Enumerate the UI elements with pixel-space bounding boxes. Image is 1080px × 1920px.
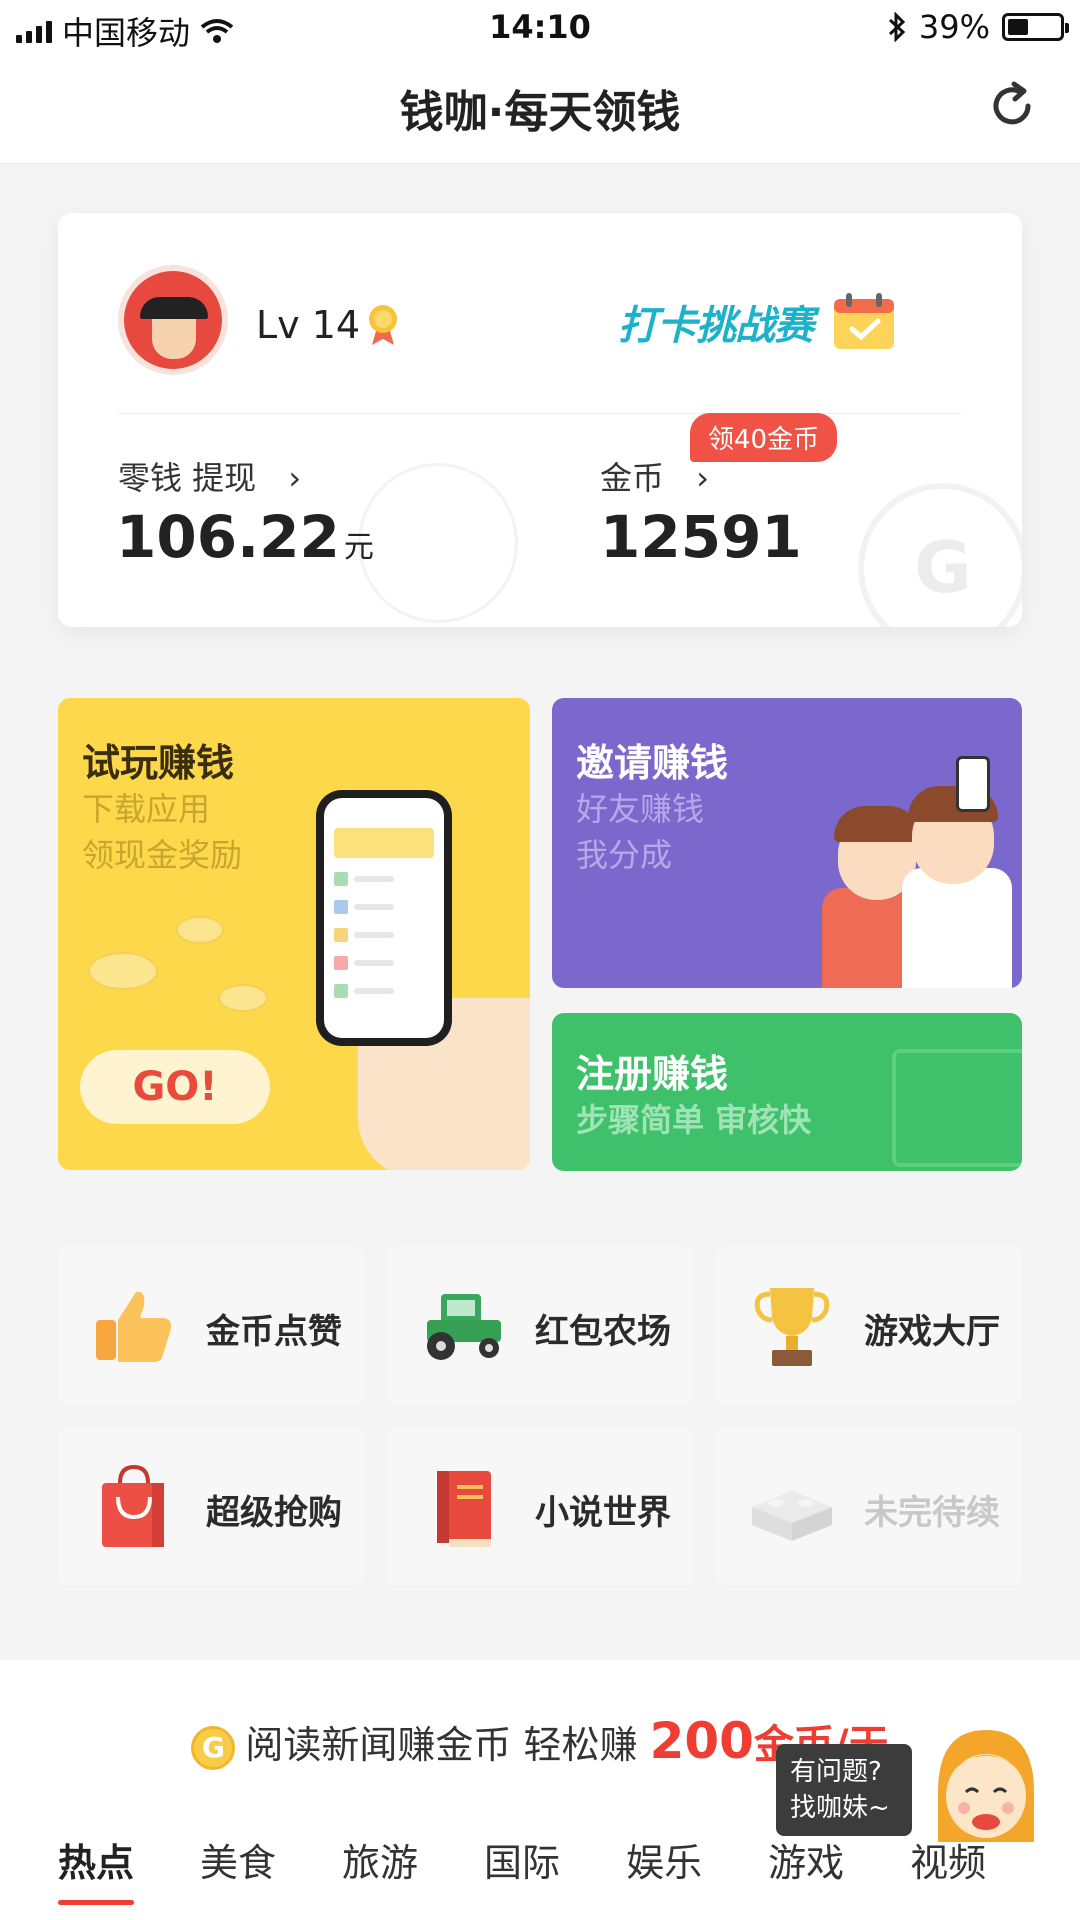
feature-label: 未完待续 [864, 1493, 1000, 1533]
trial-subtitle: 下载应用 领现金奖励 [82, 786, 242, 878]
headline-amount: 200 [649, 1712, 754, 1770]
chevron-right-icon: › [288, 459, 302, 497]
shopping-bag-icon [102, 1464, 164, 1547]
account-card: G Lv 14 打卡挑战赛 零钱 提现 › 106.22 元 领40金币 金币 … [58, 213, 1022, 627]
coin-reward-badge[interactable]: 领40金币 [690, 413, 838, 462]
coin-icon [88, 952, 158, 990]
refresh-icon[interactable] [982, 76, 1042, 136]
balance-withdraw-link[interactable]: 零钱 提现 › [118, 453, 301, 499]
feature-game-hall[interactable]: 游戏大厅 [716, 1246, 1022, 1404]
help-bubble[interactable]: 有问题? 找咖妹~ [776, 1744, 912, 1836]
checkin-challenge-banner[interactable]: 打卡挑战赛 [618, 293, 814, 351]
coin-watermark-icon: G [858, 483, 1022, 627]
feature-novel-world[interactable]: 小说世界 [387, 1427, 693, 1585]
thumbs-up-icon [96, 1291, 172, 1362]
trial-earn-tile[interactable]: 试玩赚钱 下载应用 领现金奖励 GO! [58, 698, 530, 1170]
bluetooth-icon [888, 12, 906, 42]
help-line1: 有问题? [790, 1757, 882, 1787]
tractor-icon [427, 1294, 501, 1360]
balance-value: 106.22 元 [116, 503, 374, 571]
money-bag-watermark-icon [358, 463, 518, 623]
news-section: G阅读新闻赚金币 轻松赚 200金币/天 热点 美食 旅游 国际 娱乐 游戏 视… [0, 1660, 1080, 1920]
chevron-right-icon: › [696, 459, 709, 497]
friend-hair [834, 806, 920, 842]
book-icon [437, 1471, 491, 1547]
feature-super-flash-sale[interactable]: 超级抢购 [58, 1427, 364, 1585]
feature-label: 超级抢购 [206, 1493, 342, 1533]
id-card-icon [892, 1049, 1022, 1167]
coin-label: 金币 [600, 459, 665, 497]
app-screen: 中国移动 14:10 39% 钱咖·每天领钱 G Lv 14 打卡挑战赛 零钱 … [0, 0, 1080, 1920]
feature-label: 红包农场 [535, 1312, 671, 1352]
balance-amount: 106.22 [116, 503, 340, 571]
assistant-mascot-icon[interactable] [930, 1722, 1042, 1854]
calendar-icon [834, 293, 894, 349]
lego-brick-icon [752, 1491, 832, 1541]
balance-label: 零钱 提现 [118, 459, 257, 497]
trial-title: 试玩赚钱 [82, 741, 235, 785]
tab-food[interactable]: 美食 [200, 1832, 276, 1887]
user-level: Lv 14 [256, 303, 361, 347]
trophy-icon [754, 1288, 830, 1366]
battery-percent: 39% [918, 8, 990, 46]
tab-entertainment[interactable]: 娱乐 [626, 1832, 702, 1887]
tab-international[interactable]: 国际 [484, 1832, 560, 1887]
coin-icon [176, 916, 224, 944]
feature-coming-soon: 未完待续 [716, 1427, 1022, 1585]
feature-coin-like[interactable]: 金币点赞 [58, 1246, 364, 1404]
coin-value: 12591 [600, 503, 802, 571]
gold-coin-icon: G [191, 1725, 236, 1770]
invite-line2: 我分成 [576, 836, 673, 874]
phone-illustration [316, 790, 452, 1046]
invite-line1: 好友赚钱 [576, 790, 705, 828]
go-button[interactable]: GO! [80, 1050, 270, 1124]
tab-travel[interactable]: 旅游 [342, 1832, 418, 1887]
trial-line1: 下载应用 [82, 790, 211, 828]
balance-unit: 元 [343, 530, 374, 565]
register-subtitle: 步骤简单 审核快 [576, 1101, 812, 1139]
trial-line2: 领现金奖励 [82, 836, 243, 874]
friend-illustration [902, 868, 1012, 988]
register-title: 注册赚钱 [576, 1052, 729, 1096]
feature-label: 金币点赞 [206, 1312, 342, 1352]
invite-earn-tile[interactable]: 邀请赚钱 好友赚钱 我分成 [552, 698, 1022, 988]
news-category-tabs: 热点 美食 旅游 国际 娱乐 游戏 视频 [58, 1832, 986, 1905]
help-line2: 找咖妹~ [790, 1793, 890, 1823]
coin-icon [218, 984, 268, 1012]
feature-red-packet-farm[interactable]: 红包农场 [387, 1246, 693, 1404]
feature-label: 小说世界 [535, 1493, 671, 1533]
feature-label: 游戏大厅 [864, 1312, 1000, 1352]
tab-hot[interactable]: 热点 [58, 1832, 135, 1905]
headline-text: 阅读新闻赚金币 轻松赚 [245, 1723, 638, 1767]
register-earn-tile[interactable]: 注册赚钱 步骤简单 审核快 [552, 1013, 1022, 1171]
news-headline: G阅读新闻赚金币 轻松赚 200金币/天 [0, 1712, 1080, 1770]
phone-icon [956, 756, 990, 812]
tab-games[interactable]: 游戏 [768, 1832, 844, 1887]
page-title: 钱咖·每天领钱 [399, 87, 681, 138]
card-divider [118, 413, 962, 414]
avatar[interactable] [118, 265, 228, 375]
status-bar: 中国移动 14:10 39% [0, 0, 1080, 52]
app-header: 钱咖·每天领钱 [0, 52, 1080, 164]
invite-title: 邀请赚钱 [576, 741, 729, 785]
medal-icon [369, 305, 397, 345]
invite-subtitle: 好友赚钱 我分成 [576, 786, 704, 878]
coin-link[interactable]: 金币 › [600, 453, 709, 499]
battery-icon [1002, 13, 1069, 41]
